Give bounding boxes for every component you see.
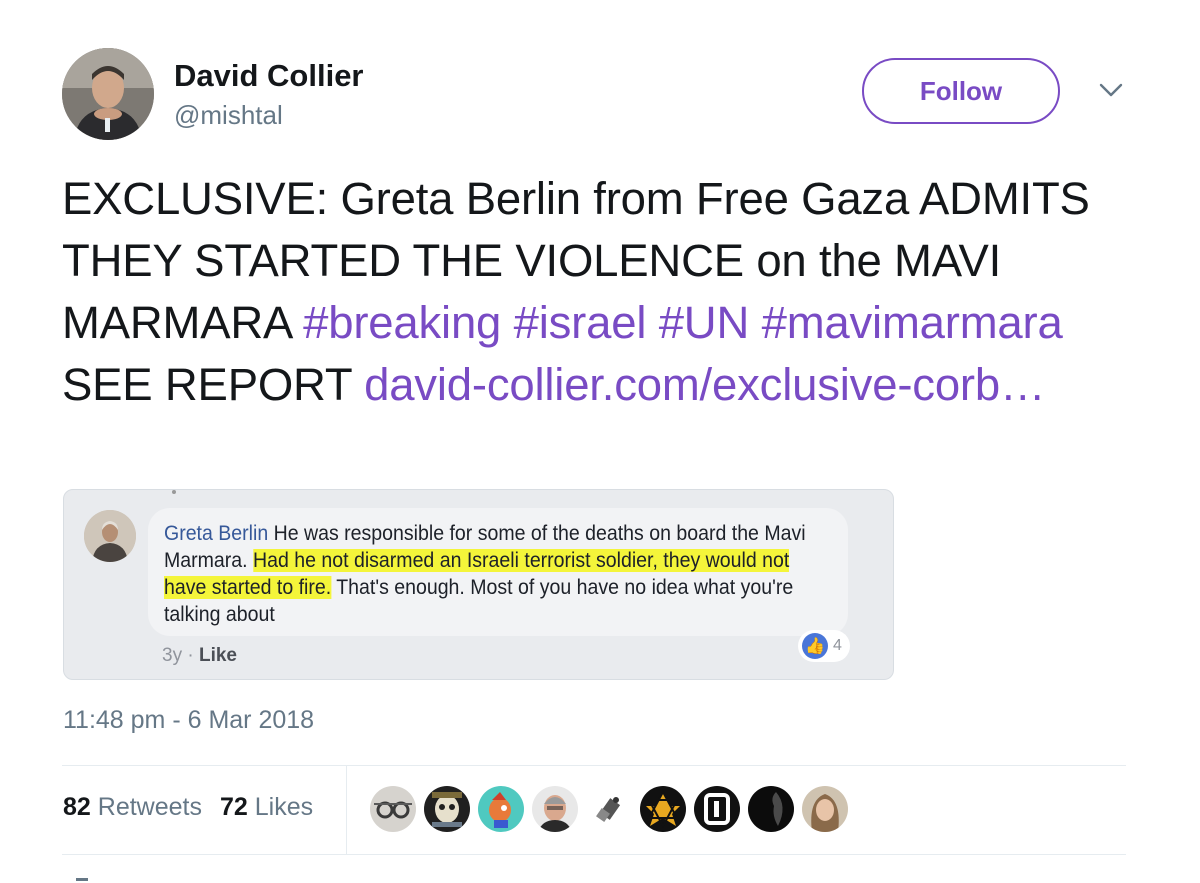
comment-meta: 3y · Like [162,645,237,667]
thumbs-up-icon: 👍 [802,633,828,659]
divider-top [62,765,1126,766]
bottom-edge-mark [76,878,88,881]
liker-avatar-cartoon[interactable] [478,786,524,832]
reaction-count: 4 [833,637,842,654]
retweets-count: 82 [63,793,91,821]
meta-separator: · [182,645,199,666]
comment-text: Greta Berlin He was responsible for some… [164,520,806,628]
liker-avatar-star[interactable] [640,786,686,832]
stats-divider [346,766,347,854]
liker-avatar-robot[interactable] [586,786,632,832]
tweet-text: EXCLUSIVE: Greta Berlin from Free Gaza A… [62,168,1142,416]
likes-label: Likes [254,793,314,821]
liker-avatar-glasses[interactable] [370,786,416,832]
follow-button[interactable]: Follow [862,58,1060,124]
chevron-down-icon[interactable] [1098,80,1124,100]
liker-avatar-man[interactable] [532,786,578,832]
hashtag-link[interactable]: #UN [659,297,750,348]
hashtag-link[interactable]: #mavimarmara [762,297,1063,348]
commenter-avatar [84,510,136,562]
hashtag-link[interactable]: #breaking [303,297,501,348]
tweet-header: David Collier @mishtal Follow [62,48,1138,144]
retweets-label: Retweets [97,793,202,821]
comment-age: 3y [162,645,183,666]
liker-avatar-letter[interactable] [694,786,740,832]
liker-avatar-skull[interactable] [424,786,470,832]
article-link[interactable]: david-collier.com/exclusive-corb… [364,359,1045,410]
tweet-stats: 82 Retweets 72 Likes [63,793,313,822]
likes-stat[interactable]: 72 Likes [220,793,313,821]
divider-bottom [62,854,1126,855]
retweets-stat[interactable]: 82 Retweets [63,793,202,821]
comment-like-link: Like [198,645,237,666]
hashtag-link[interactable]: #israel [514,297,647,348]
user-name[interactable]: David Collier [174,58,364,94]
tweet-media-image[interactable]: Greta Berlin He was responsible for some… [63,489,894,680]
tweet-text-part: SEE REPORT [62,359,365,410]
tweet-timestamp[interactable]: 11:48 pm - 6 Mar 2018 [63,706,314,735]
user-handle[interactable]: @mishtal [174,100,283,131]
likers-list [370,786,856,832]
liker-avatar-dark[interactable] [748,786,794,832]
reaction-badge: 👍 4 [798,630,850,662]
liker-avatar-woman[interactable] [802,786,848,832]
decorative-dot [172,490,176,494]
comment-author: Greta Berlin [164,522,269,545]
likes-count: 72 [219,793,248,821]
user-avatar[interactable] [62,48,154,140]
